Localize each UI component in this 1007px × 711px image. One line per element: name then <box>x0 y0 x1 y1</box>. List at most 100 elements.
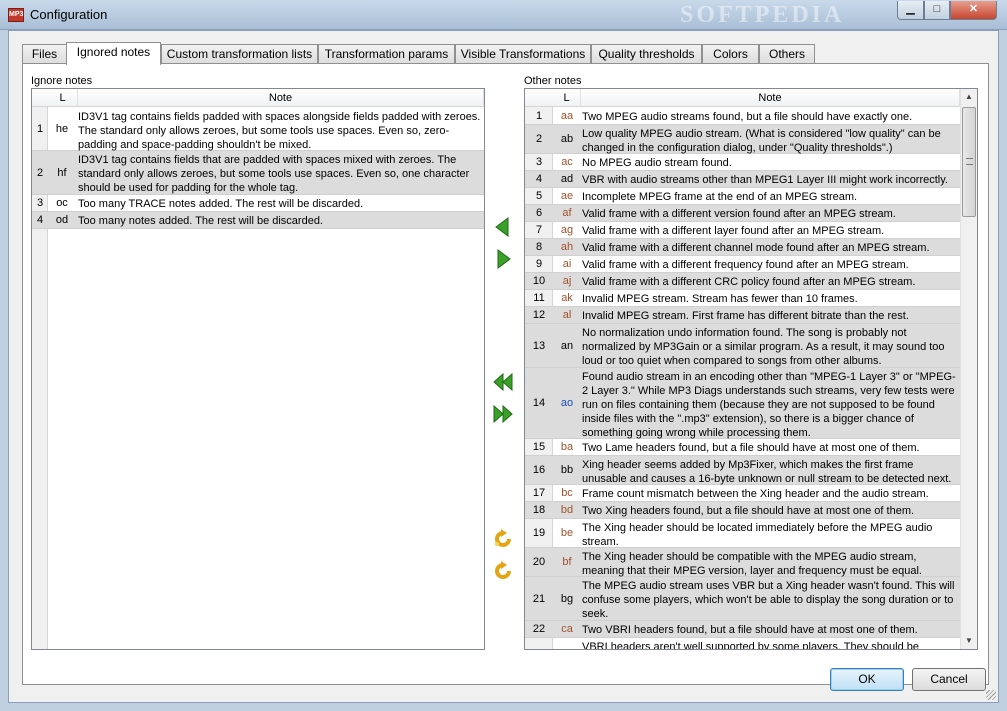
row-number: 3 <box>36 197 44 209</box>
tab-ignored-notes[interactable]: Ignored notes <box>66 42 161 65</box>
table-row[interactable]: 9 ai Valid frame with a different frequenc… <box>525 256 960 273</box>
tab-custom-transformation-lists[interactable]: Custom transformation lists <box>161 44 318 64</box>
arrow-left-icon <box>495 217 509 237</box>
table-row[interactable]: 2 ab Low quality MPEG audio stream. (What … <box>525 125 960 154</box>
note-code: ag <box>560 224 574 236</box>
column-header-level[interactable]: L <box>48 89 78 107</box>
table-row[interactable]: 17 bc Frame count mismatch between the Xin… <box>525 485 960 502</box>
move-right-button[interactable] <box>490 246 516 272</box>
table-row[interactable]: 2 hf ID3V1 tag contains fields that are … <box>32 151 484 195</box>
note-code: ae <box>560 190 574 202</box>
table-row[interactable]: 1 he ID3V1 tag contains fields padded wi… <box>32 108 484 151</box>
note-text: The Xing header should be located immedi… <box>582 522 933 548</box>
table-row[interactable]: 21 bg The MPEG audio stream uses VBR but a… <box>525 577 960 621</box>
scrollbar-thumb[interactable] <box>962 107 976 217</box>
note-code: bg <box>560 592 574 605</box>
table-row[interactable]: 16 bb Xing header seems added by Mp3Fixer,… <box>525 456 960 485</box>
column-header-level[interactable]: L <box>553 89 581 107</box>
double-arrow-right-icon <box>493 404 513 424</box>
table-row[interactable]: 14 ao Found audio stream in an encoding ot… <box>525 368 960 439</box>
dialog-body: Files Ignored notes Custom transformatio… <box>8 30 999 703</box>
table-row[interactable]: 20 bf The Xing header should be compatible… <box>525 548 960 577</box>
scroll-down-icon[interactable]: ▼ <box>961 633 977 649</box>
note-text: Valid frame with a different channel mod… <box>582 242 930 254</box>
table-row[interactable]: VBRI headers aren't well supported by so… <box>525 638 960 649</box>
table-row[interactable]: 12 al Invalid MPEG stream. First frame has… <box>525 307 960 324</box>
note-code: ad <box>560 173 574 185</box>
note-code: ak <box>561 292 573 304</box>
tab-quality-thresholds[interactable]: Quality thresholds <box>591 44 702 64</box>
cancel-button[interactable]: Cancel <box>912 668 986 691</box>
watermark: SOFTPEDIA <box>680 2 845 28</box>
table-row[interactable]: 1 aa Two MPEG audio streams found, but a f… <box>525 108 960 125</box>
column-header-note[interactable]: Note <box>78 89 484 107</box>
note-code: ai <box>562 258 572 270</box>
resize-grip-icon[interactable] <box>986 690 996 700</box>
table-row[interactable]: 3 oc Too many TRACE notes added. The res… <box>32 195 484 212</box>
restore-default-button[interactable] <box>490 526 516 552</box>
table-row[interactable]: 15 ba Two Lame headers found, but a file s… <box>525 439 960 456</box>
move-all-left-button[interactable] <box>490 369 516 395</box>
ignore-notes-label: Ignore notes <box>31 75 93 87</box>
title-bar: MP3 Configuration SOFTPEDIA ▁ □ ✕ <box>0 0 1007 30</box>
tab-visible-transformations[interactable]: Visible Transformations <box>455 44 591 64</box>
move-left-button[interactable] <box>490 214 516 240</box>
table-header: L Note <box>32 89 484 107</box>
row-number: 21 <box>532 592 546 605</box>
note-text: Two VBRI headers found, but a file shoul… <box>582 624 918 636</box>
tab-colors[interactable]: Colors <box>702 44 759 64</box>
table-row[interactable]: 4 od Too many notes added. The rest will… <box>32 212 484 229</box>
scroll-up-icon[interactable]: ▲ <box>961 89 977 105</box>
table-row[interactable]: 18 bd Two Xing headers found, but a file s… <box>525 502 960 519</box>
table-row[interactable]: 5 ae Incomplete MPEG frame at the end of a… <box>525 188 960 205</box>
tab-transformation-params[interactable]: Transformation params <box>318 44 455 64</box>
note-text: Too many notes added. The rest will be d… <box>78 215 323 227</box>
table-row[interactable]: 6 af Valid frame with a different version … <box>525 205 960 222</box>
note-code: aa <box>560 110 574 122</box>
other-notes-table[interactable]: L Note 1 aa Two MPEG audio streams found, … <box>524 88 978 650</box>
maximize-button[interactable]: □ <box>924 1 950 20</box>
column-header-note[interactable]: Note <box>581 89 960 107</box>
note-text: Valid frame with a different frequency f… <box>582 259 909 271</box>
note-text: No normalization undo information found.… <box>582 327 945 367</box>
row-number: 1 <box>535 110 543 122</box>
window-title: Configuration <box>30 7 108 22</box>
row-number: 19 <box>532 527 546 539</box>
note-text: VBR with audio streams other than MPEG1 … <box>582 174 948 186</box>
note-code: ba <box>560 441 574 453</box>
tab-others[interactable]: Others <box>759 44 815 64</box>
restore-button[interactable] <box>490 558 516 584</box>
table-row[interactable]: 4 ad VBR with audio streams other than MPE… <box>525 171 960 188</box>
note-text: Valid frame with a different version fou… <box>582 208 896 220</box>
note-code: aj <box>562 275 572 287</box>
note-code: bc <box>561 487 573 499</box>
note-code: ah <box>560 241 574 253</box>
table-row[interactable]: 10 aj Valid frame with a different CRC pol… <box>525 273 960 290</box>
minimize-button[interactable]: ▁ <box>897 1 924 20</box>
undo-star-icon <box>495 529 511 547</box>
ignore-notes-table[interactable]: L Note 1 he ID3V1 tag contains fields pa… <box>31 88 485 650</box>
table-row[interactable]: 11 ak Invalid MPEG stream. Stream has fewe… <box>525 290 960 307</box>
note-text: Frame count mismatch between the Xing he… <box>582 488 929 500</box>
arrow-right-icon <box>497 249 511 269</box>
table-row[interactable]: 3 ac No MPEG audio stream found. <box>525 154 960 171</box>
table-row[interactable]: 13 an No normalization undo information fo… <box>525 324 960 368</box>
note-code: an <box>560 339 574 352</box>
table-row[interactable]: 8 ah Valid frame with a different channel … <box>525 239 960 256</box>
table-row[interactable]: 19 be The Xing header should be located im… <box>525 519 960 548</box>
tab-files[interactable]: Files <box>22 44 67 64</box>
note-code: od <box>55 214 69 226</box>
note-text: Invalid MPEG stream. Stream has fewer th… <box>582 293 858 305</box>
table-row[interactable]: 22 ca Two VBRI headers found, but a file s… <box>525 621 960 638</box>
note-text: Invalid MPEG stream. First frame has dif… <box>582 310 909 322</box>
note-code: al <box>562 309 572 321</box>
vertical-scrollbar[interactable]: ▲ ▼ <box>960 89 977 649</box>
note-text: Incomplete MPEG frame at the end of an M… <box>582 191 858 203</box>
table-row[interactable]: 7 ag Valid frame with a different layer fo… <box>525 222 960 239</box>
row-number: 2 <box>535 133 543 145</box>
row-number: 18 <box>532 504 546 516</box>
move-all-right-button[interactable] <box>490 401 516 427</box>
note-code: ac <box>561 156 573 168</box>
ok-button[interactable]: OK <box>830 668 904 691</box>
close-button[interactable]: ✕ <box>950 1 997 20</box>
